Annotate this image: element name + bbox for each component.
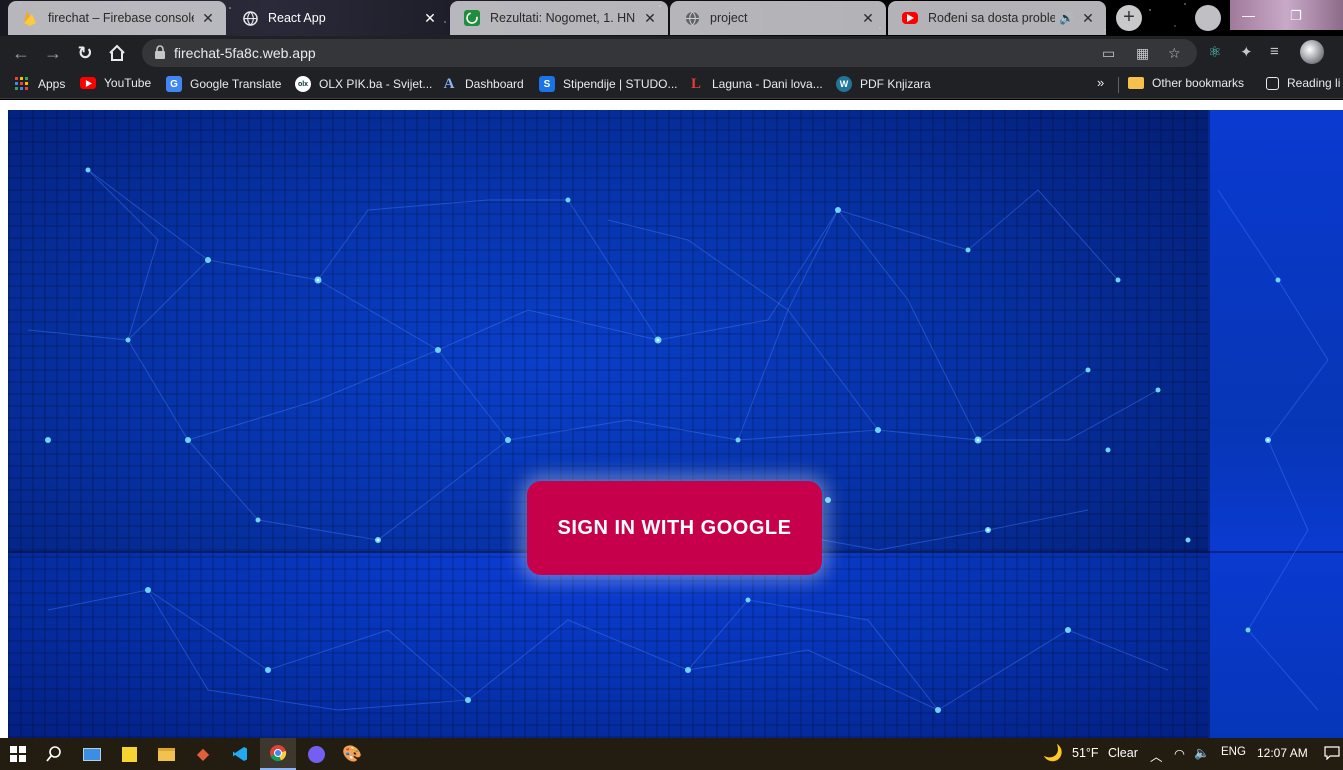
- tab-title: Rođeni sa dosta problem: [928, 11, 1056, 25]
- tab-title: project: [710, 11, 748, 25]
- other-bookmarks-folder[interactable]: Other bookmarks: [1128, 76, 1244, 90]
- other-bookmarks-label: Other bookmarks: [1152, 76, 1245, 90]
- bookmark-label: Apps: [38, 77, 66, 91]
- bookmark-label: Stipendije | STUDO...: [563, 77, 678, 91]
- firebase-icon: [22, 10, 38, 26]
- bookmark-youtube[interactable]: YouTube: [80, 76, 151, 90]
- react-devtools-icon[interactable]: ⚛: [1208, 43, 1221, 61]
- bookmark-dashboard[interactable]: A Dashboard: [441, 76, 524, 92]
- browser-toolbar: ← → ↻ firechat-5fa8c.web.app ▭ ▦ ☆ ⚛ ✦ ≡: [0, 36, 1343, 69]
- maximize-icon[interactable]: ❐: [1290, 8, 1302, 24]
- globe-icon: [242, 10, 258, 26]
- tab-youtube-video[interactable]: Rođeni sa dosta problem 🔊 ✕: [888, 1, 1106, 35]
- desktop-icon[interactable]: [80, 742, 104, 766]
- tab-title: React App: [268, 11, 326, 25]
- bookmark-label: OLX PIK.ba - Svijet...: [319, 77, 433, 91]
- forward-icon[interactable]: →: [40, 40, 66, 66]
- qr-code-icon[interactable]: ▦: [1136, 45, 1149, 62]
- wifi-icon[interactable]: ◠: [1174, 746, 1185, 761]
- tab-title: firechat – Firebase console: [48, 11, 194, 25]
- network-background: [8, 110, 1343, 738]
- folder-icon: [1128, 77, 1144, 89]
- audio-playing-icon[interactable]: 🔊: [1059, 11, 1074, 25]
- bookmark-olx[interactable]: olx OLX PIK.ba - Svijet...: [295, 76, 432, 92]
- close-tab-icon[interactable]: ✕: [860, 10, 876, 27]
- chrome-icon[interactable]: [260, 738, 296, 770]
- reading-list[interactable]: Reading li: [1266, 76, 1340, 90]
- new-tab-button[interactable]: +: [1116, 5, 1142, 31]
- file-explorer-icon[interactable]: [154, 742, 178, 766]
- search-icon[interactable]: [42, 742, 66, 766]
- back-icon[interactable]: ←: [8, 40, 34, 66]
- translate-icon: G: [166, 76, 182, 92]
- tab-strip: firechat – Firebase console ✕ React App …: [0, 0, 1343, 36]
- youtube-icon: [902, 12, 918, 24]
- tab-firebase-console[interactable]: firechat – Firebase console ✕: [8, 1, 226, 35]
- olx-icon: olx: [295, 76, 311, 92]
- bookmark-label: YouTube: [104, 76, 152, 90]
- tab-rezultati[interactable]: Rezultati: Nogomet, 1. HNL ✕: [450, 1, 668, 35]
- bookmark-star-icon[interactable]: ☆: [1168, 45, 1181, 62]
- cast-icon[interactable]: ▭: [1102, 45, 1115, 62]
- globe-icon: [684, 10, 700, 26]
- bookmark-divider: [1118, 77, 1119, 93]
- sign-in-with-google-button[interactable]: SIGN IN WITH GOOGLE: [527, 481, 822, 575]
- tab-react-app[interactable]: React App ✕: [228, 1, 448, 35]
- dashboard-a-icon: A: [443, 75, 455, 92]
- laguna-icon: L: [690, 75, 701, 92]
- moon-weather-icon[interactable]: 🌙: [1043, 743, 1063, 763]
- tab-project[interactable]: project ✕: [670, 1, 886, 35]
- url-text: firechat-5fa8c.web.app: [174, 45, 316, 61]
- viber-icon[interactable]: [304, 742, 328, 766]
- bookmark-google-translate[interactable]: G Google Translate: [166, 76, 281, 92]
- network-graphic: [27, 167, 1329, 713]
- reading-list-label: Reading li: [1287, 76, 1341, 90]
- bookmark-label: PDF Knjizara: [860, 77, 931, 91]
- windows-taskbar: ◆ 🎨 🌙 51°F Clear ︿ ◠ 🔈 ENG 12:07 AM: [0, 738, 1343, 770]
- close-tab-icon[interactable]: ✕: [642, 10, 658, 27]
- wordpress-icon: W: [836, 76, 852, 92]
- window-controls: — ❐: [1230, 0, 1343, 30]
- soccer-icon: [464, 10, 480, 26]
- youtube-icon: [80, 77, 96, 89]
- address-bar[interactable]: firechat-5fa8c.web.app ▭ ▦ ☆: [142, 39, 1197, 67]
- sticky-notes-icon[interactable]: [117, 742, 141, 766]
- tab-search-icon[interactable]: [1195, 5, 1221, 31]
- bookmark-label: Google Translate: [190, 77, 282, 91]
- volume-icon[interactable]: 🔈: [1194, 746, 1210, 761]
- profile-avatar[interactable]: [1300, 40, 1324, 64]
- reload-icon[interactable]: ↻: [72, 40, 98, 66]
- bookmark-pdf-knjizara[interactable]: W PDF Knjizara: [836, 76, 931, 92]
- bookmark-stipendije[interactable]: S Stipendije | STUDO...: [539, 76, 678, 92]
- reading-list-icon: [1266, 76, 1279, 90]
- lock-icon[interactable]: [154, 45, 166, 59]
- bookmark-label: Laguna - Dani lova...: [712, 77, 823, 91]
- show-hidden-icons-chevron-icon[interactable]: ︿: [1150, 746, 1163, 765]
- notifications-icon[interactable]: [1324, 746, 1340, 763]
- extensions-icon[interactable]: ✦: [1240, 43, 1253, 61]
- bookmark-apps[interactable]: Apps: [14, 76, 65, 92]
- language-indicator[interactable]: ENG: [1221, 746, 1246, 758]
- minimize-icon[interactable]: —: [1242, 8, 1255, 23]
- bookmark-laguna[interactable]: L Laguna - Dani lova...: [688, 76, 823, 92]
- tab-title: Rezultati: Nogomet, 1. HNL: [490, 11, 636, 25]
- paint-icon[interactable]: 🎨: [340, 742, 364, 766]
- close-tab-icon[interactable]: ✕: [422, 10, 438, 27]
- close-tab-icon[interactable]: ✕: [1080, 10, 1096, 27]
- clock[interactable]: 12:07 AM: [1257, 746, 1308, 760]
- apps-grid-icon: [14, 76, 30, 92]
- more-bookmarks-chevron-icon[interactable]: »: [1097, 75, 1104, 90]
- weather-description[interactable]: Clear: [1108, 746, 1138, 760]
- studo-icon: S: [539, 76, 555, 92]
- home-icon[interactable]: [104, 40, 130, 66]
- bookmark-label: Dashboard: [465, 77, 524, 91]
- bookmarks-bar: Apps YouTube G Google Translate olx OLX …: [0, 69, 1343, 99]
- close-tab-icon[interactable]: ✕: [200, 10, 216, 27]
- media-control-icon[interactable]: ≡: [1270, 43, 1279, 60]
- windows-start-icon[interactable]: [6, 742, 30, 766]
- vscode-icon[interactable]: [228, 742, 252, 766]
- weather-temperature[interactable]: 51°F: [1072, 746, 1099, 760]
- page-viewport: SIGN IN WITH GOOGLE: [0, 100, 1343, 738]
- git-app-icon[interactable]: ◆: [191, 742, 215, 766]
